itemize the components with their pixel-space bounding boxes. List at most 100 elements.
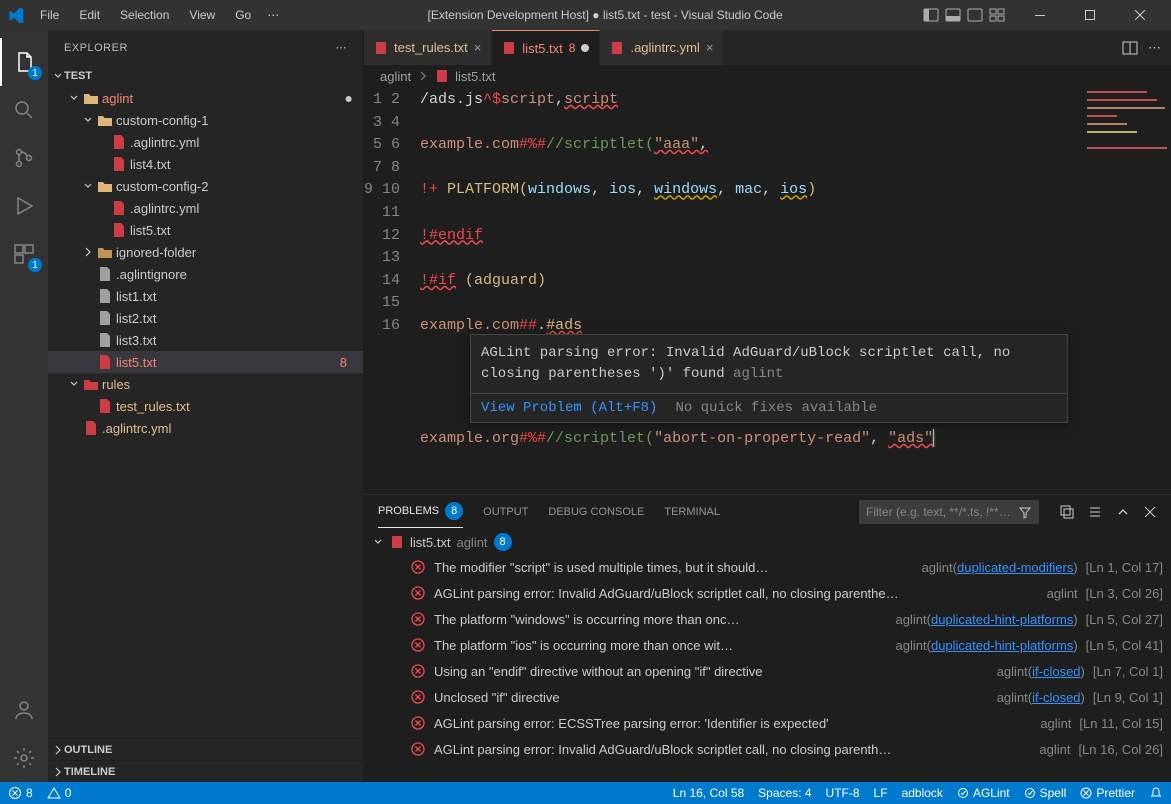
split-editor-icon[interactable] <box>1122 40 1138 56</box>
tree-row[interactable]: list2.txt <box>48 307 363 329</box>
tree-row[interactable]: ignored-folder <box>48 241 363 263</box>
layout-grid-icon[interactable] <box>989 7 1005 23</box>
folder-icon <box>96 245 114 259</box>
tree-label: .aglintrc.yml <box>102 421 363 436</box>
tab-more-icon[interactable]: ⋯ <box>1148 40 1161 56</box>
status-cursor[interactable]: Ln 16, Col 58 <box>673 786 744 800</box>
status-spell[interactable]: Spell <box>1024 786 1067 800</box>
layout-bottom-icon[interactable] <box>945 7 961 23</box>
problem-item[interactable]: The modifier "script" is used multiple t… <box>372 554 1163 580</box>
layout-right-icon[interactable] <box>967 7 983 23</box>
problem-item[interactable]: The platform "ios" is occurring more tha… <box>372 632 1163 658</box>
sidebar-title: EXPLORER <box>64 42 128 54</box>
minimize-button[interactable] <box>1017 0 1063 30</box>
window-controls <box>1017 0 1163 30</box>
menu-more[interactable]: ⋯ <box>259 4 287 26</box>
problem-item[interactable]: Unclosed "if" directiveaglint(if-closed)… <box>372 684 1163 710</box>
status-encoding[interactable]: UTF-8 <box>826 786 860 800</box>
minimap[interactable] <box>1081 87 1171 494</box>
close-panel-icon[interactable] <box>1143 505 1157 519</box>
menu-selection[interactable]: Selection <box>112 4 177 26</box>
debug-activity[interactable] <box>0 182 48 230</box>
tree-row[interactable]: list5.txt8 <box>48 351 363 373</box>
tree-row[interactable]: test_rules.txt <box>48 395 363 417</box>
menu-file[interactable]: File <box>32 4 67 26</box>
output-tab[interactable]: OUTPUT <box>483 495 528 528</box>
tree-label: aglint <box>102 91 345 106</box>
view-as-tree-icon[interactable] <box>1087 504 1103 520</box>
code-content[interactable]: /ads.js^$script,script example.com#%#//s… <box>420 87 1171 494</box>
problem-file-header[interactable]: list5.txt aglint 8 <box>372 530 1163 554</box>
root-folder-label: TEST <box>64 70 92 82</box>
tree-row[interactable]: custom-config-1 <box>48 109 363 131</box>
folder-icon <box>82 91 100 105</box>
editor-tab[interactable]: list5.txt8 <box>492 30 600 65</box>
problem-item[interactable]: Using an "endif" directive without an op… <box>372 658 1163 684</box>
maximize-button[interactable] <box>1067 0 1113 30</box>
title-bar: FileEditSelectionViewGo ⋯ [Extension Dev… <box>0 0 1171 30</box>
folder-root-header[interactable]: TEST <box>48 65 363 87</box>
menu-edit[interactable]: Edit <box>71 4 108 26</box>
problems-filter[interactable]: Filter (e.g. text, **/*.ts, !**… <box>859 500 1039 524</box>
editor-tab[interactable]: test_rules.txt× <box>364 30 492 65</box>
problem-item[interactable]: AGLint parsing error: Invalid AdGuard/uB… <box>372 736 1163 762</box>
timeline-section[interactable]: TIMELINE <box>48 760 363 782</box>
tree-row[interactable]: custom-config-2 <box>48 175 363 197</box>
status-errors[interactable]: 8 <box>8 786 33 800</box>
error-icon <box>410 637 426 653</box>
editor-tabs: test_rules.txt×list5.txt8.aglintrc.yml× ⋯ <box>364 30 1171 65</box>
tree-label: list1.txt <box>116 289 363 304</box>
editor-tab[interactable]: .aglintrc.yml× <box>600 30 724 65</box>
view-problem-link[interactable]: View Problem (Alt+F8) <box>481 400 657 416</box>
layout-left-icon[interactable] <box>923 7 939 23</box>
problems-badge: 8 <box>445 502 463 520</box>
breadcrumb-seg: list5.txt <box>455 69 495 84</box>
close-tab-icon[interactable]: × <box>474 40 482 55</box>
tree-row[interactable]: rules <box>48 373 363 395</box>
breadcrumb[interactable]: aglint list5.txt <box>364 65 1171 87</box>
collapse-all-icon[interactable] <box>1059 504 1075 520</box>
tree-row[interactable]: .aglintrc.yml <box>48 131 363 153</box>
status-eol[interactable]: LF <box>874 786 888 800</box>
tree-row[interactable]: list4.txt <box>48 153 363 175</box>
tree-row[interactable]: list1.txt <box>48 285 363 307</box>
debug-console-tab[interactable]: DEBUG CONSOLE <box>548 495 644 528</box>
problem-item[interactable]: AGLint parsing error: Invalid AdGuard/uB… <box>372 580 1163 606</box>
problem-item[interactable]: AGLint parsing error: ECSSTree parsing e… <box>372 710 1163 736</box>
chevron-up-icon[interactable] <box>1115 504 1131 520</box>
explorer-activity[interactable]: 1 <box>0 38 48 86</box>
file-icon <box>110 156 128 172</box>
status-warnings[interactable]: 0 <box>47 786 72 800</box>
status-spaces[interactable]: Spaces: 4 <box>758 786 811 800</box>
tree-row[interactable]: list3.txt <box>48 329 363 351</box>
tree-row[interactable]: .aglintignore <box>48 263 363 285</box>
close-tab-icon[interactable]: × <box>706 40 714 55</box>
tree-row[interactable]: .aglintrc.yml <box>48 417 363 439</box>
tree-row[interactable]: list5.txt <box>48 219 363 241</box>
hover-source: aglint <box>733 366 783 382</box>
outline-section[interactable]: OUTLINE <box>48 738 363 760</box>
menu-view[interactable]: View <box>181 4 223 26</box>
problems-tab[interactable]: PROBLEMS8 <box>378 495 463 528</box>
file-icon <box>435 69 449 83</box>
close-button[interactable] <box>1117 0 1163 30</box>
menu-go[interactable]: Go <box>227 4 259 26</box>
status-notifications[interactable] <box>1149 786 1163 800</box>
problem-item[interactable]: The platform "windows" is occurring more… <box>372 606 1163 632</box>
tree-row[interactable]: .aglintrc.yml <box>48 197 363 219</box>
extensions-activity[interactable]: 1 <box>0 230 48 278</box>
file-icon <box>96 354 114 370</box>
terminal-tab[interactable]: TERMINAL <box>664 495 720 528</box>
status-aglint[interactable]: AGLint <box>957 786 1010 800</box>
sidebar-more-icon[interactable]: ⋯ <box>336 41 348 54</box>
settings-activity[interactable] <box>0 734 48 782</box>
tree-row[interactable]: aglint● <box>48 87 363 109</box>
status-prettier[interactable]: Prettier <box>1080 786 1135 800</box>
account-activity[interactable] <box>0 686 48 734</box>
text-editor[interactable]: 1 2 3 4 5 6 7 8 9 10 11 12 13 14 15 16 /… <box>364 87 1171 494</box>
scm-activity[interactable] <box>0 134 48 182</box>
error-icon <box>410 689 426 705</box>
search-activity[interactable] <box>0 86 48 134</box>
status-language[interactable]: adblock <box>902 786 943 800</box>
app-menu: FileEditSelectionViewGo <box>32 4 259 26</box>
